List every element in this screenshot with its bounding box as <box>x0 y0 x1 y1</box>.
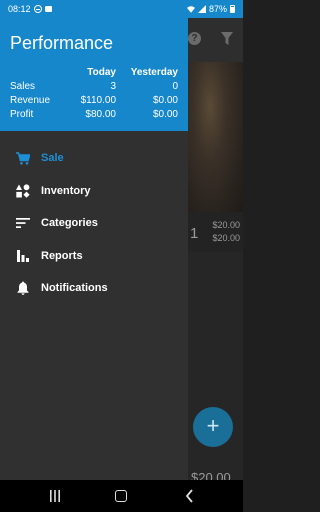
status-time: 08:12 <box>8 4 31 14</box>
menu-label: Sale <box>41 152 64 165</box>
home-icon[interactable] <box>115 490 127 502</box>
bell-icon <box>16 281 30 296</box>
recents-icon[interactable] <box>49 490 61 502</box>
shapes-icon <box>16 184 30 198</box>
do-not-disturb-icon <box>33 5 42 13</box>
menu-label: Reports <box>41 249 83 262</box>
battery-icon <box>230 5 235 13</box>
performance-row-revenue: Revenue $110.00 $0.00 <box>10 94 178 108</box>
row-today: 3 <box>110 81 116 92</box>
wifi-icon <box>186 5 195 13</box>
row-today: $80.00 <box>85 109 116 120</box>
cart-icon <box>16 151 30 165</box>
navigation-drawer: Performance Today Yesterday Sales 3 0 Re… <box>0 18 188 480</box>
cart-line-price: $20.00 <box>212 233 240 243</box>
add-fab-button[interactable]: + <box>193 407 233 447</box>
row-label: Profit <box>10 109 34 120</box>
row-yesterday: $0.00 <box>152 95 178 106</box>
drawer-menu: Sale Inventory Categories Reports Notifi… <box>0 142 188 305</box>
status-right: 87% <box>186 4 235 14</box>
row-yesterday: $0.00 <box>152 109 178 120</box>
status-left: 08:12 <box>8 4 52 14</box>
system-nav-bar <box>0 480 243 512</box>
battery-percent: 87% <box>208 4 227 14</box>
menu-label: Notifications <box>41 282 108 295</box>
row-label: Revenue <box>10 95 51 106</box>
column-today: Today <box>87 67 116 78</box>
menu-item-notifications[interactable]: Notifications <box>0 272 188 305</box>
filter-icon[interactable] <box>221 32 233 45</box>
performance-header-row: Today Yesterday <box>10 66 178 80</box>
row-label: Sales <box>10 81 36 92</box>
back-icon[interactable] <box>184 489 196 503</box>
column-yesterday: Yesterday <box>130 67 178 78</box>
drawer-header: Performance Today Yesterday Sales 3 0 Re… <box>0 18 188 131</box>
row-yesterday: 0 <box>172 81 178 92</box>
status-bar: 08:12 87% <box>0 0 243 18</box>
bar-chart-icon <box>16 249 30 263</box>
menu-item-inventory[interactable]: Inventory <box>0 175 188 208</box>
cart-quantity: 1 <box>190 225 199 242</box>
help-icon[interactable]: ? <box>188 32 201 45</box>
sort-icon <box>16 216 30 230</box>
cart-unit-price: $20.00 <box>212 220 240 230</box>
menu-item-reports[interactable]: Reports <box>0 240 188 273</box>
menu-label: Categories <box>41 217 98 230</box>
product-photo <box>188 62 243 212</box>
menu-item-categories[interactable]: Categories <box>0 207 188 240</box>
menu-label: Inventory <box>41 184 91 197</box>
image-notification-icon <box>44 6 52 12</box>
signal-icon <box>197 5 206 13</box>
row-today: $110.00 <box>80 95 116 106</box>
menu-item-sale[interactable]: Sale <box>0 142 188 175</box>
performance-table: Today Yesterday Sales 3 0 Revenue $110.0… <box>10 66 178 122</box>
drawer-title: Performance <box>10 33 114 53</box>
performance-row-sales: Sales 3 0 <box>10 80 178 94</box>
performance-row-profit: Profit $80.00 $0.00 <box>10 108 178 122</box>
